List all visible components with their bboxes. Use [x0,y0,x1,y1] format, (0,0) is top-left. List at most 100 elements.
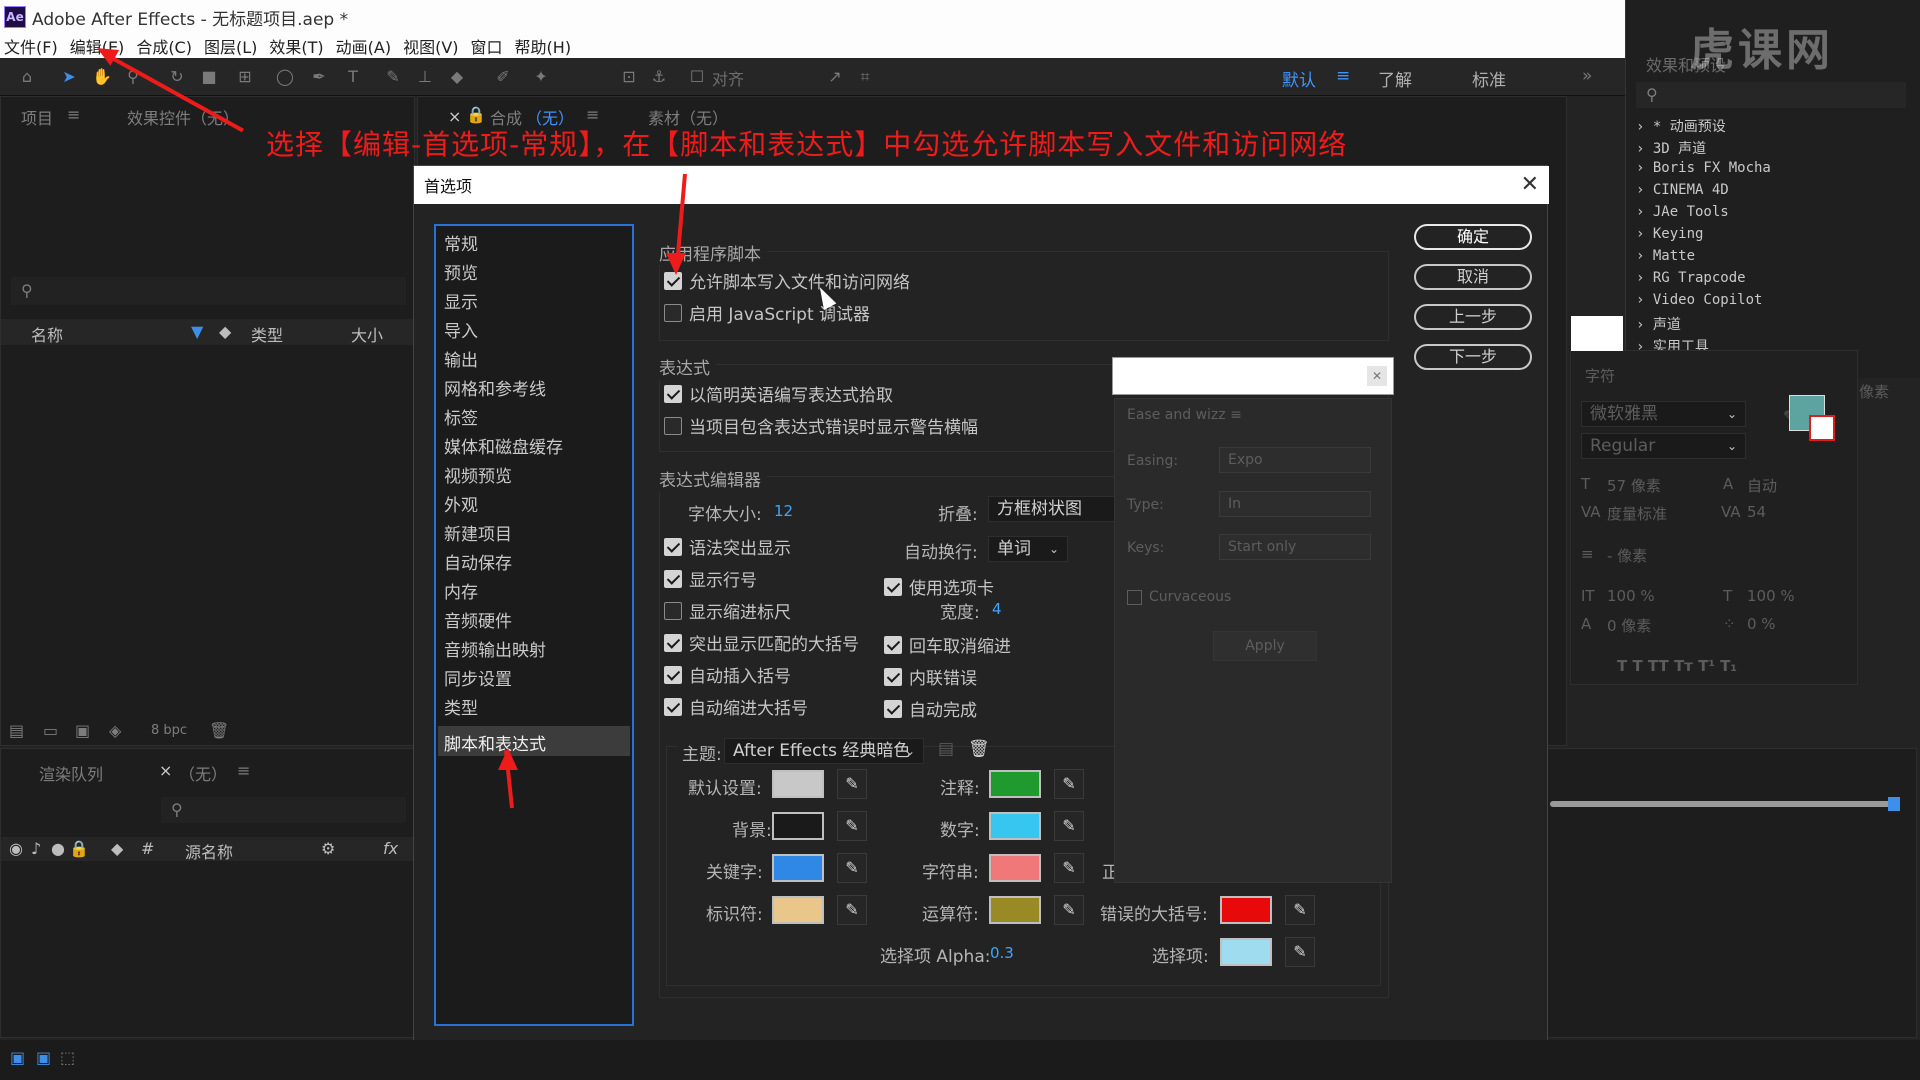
category-item-output[interactable]: 输出 [444,346,478,371]
camera-tool-icon[interactable]: ■ [200,68,218,86]
operator-color-swatch[interactable] [989,896,1041,924]
category-item-display[interactable]: 显示 [444,288,478,313]
checkbox-checked-icon[interactable] [664,697,682,716]
eyedropper-icon[interactable]: ✎ [837,811,867,841]
toggle-switches-icon[interactable]: ▣ [36,1048,51,1067]
effects-category[interactable]: › 3D 声道 [1636,138,1706,158]
switches-icon[interactable]: ⚙ [321,839,335,858]
category-item-general[interactable]: 常规 [444,230,478,255]
menu-effect[interactable]: 效果(T) [269,34,323,58]
hand-tool-icon[interactable]: ✋ [92,68,112,86]
checkbox-checked-icon[interactable] [664,665,682,684]
leading-value[interactable]: 自动 [1747,475,1777,496]
bpc-label[interactable]: 8 bpc [151,723,187,738]
allow-scripts-write-files-checkbox[interactable]: 允许脚本写入文件和访问网络 [664,268,910,293]
close-icon[interactable]: ✕ [1367,366,1387,386]
selection-color-swatch[interactable] [1220,938,1272,966]
cancel-button[interactable]: 取消 [1414,264,1532,290]
label-column-icon[interactable]: ◆ [111,839,123,858]
snap-icon[interactable]: ⊡ [620,68,638,86]
category-item-memory[interactable]: 内存 [444,578,478,603]
interpret-footage-icon[interactable]: ▤ [9,721,24,740]
checkbox-checked-icon[interactable] [664,569,682,588]
checkbox-checked-icon[interactable] [664,384,682,403]
project-search-input[interactable]: ⚲ [11,277,406,305]
apply-button[interactable]: Apply [1213,631,1317,661]
enable-js-debugger-checkbox[interactable]: 启用 JavaScript 调试器 [664,300,870,325]
checkbox-checked-icon[interactable] [884,667,902,686]
checkbox-unchecked-icon[interactable] [664,303,682,322]
solo-icon[interactable]: ● [51,839,65,858]
category-item-sync-settings[interactable]: 同步设置 [444,665,512,690]
easing-dropdown[interactable]: Expo [1219,447,1371,473]
type-dropdown[interactable]: In [1219,491,1371,517]
toggle-modes-icon[interactable]: ⬚ [60,1048,75,1067]
anchor-icon[interactable]: ⚓ [650,68,668,86]
show-expression-warning-checkbox[interactable]: 当项目包含表达式错误时显示警告横幅 [664,413,978,438]
effects-category[interactable]: › RG Trapcode [1636,270,1746,286]
time-navigator-end-handle[interactable] [1888,797,1900,811]
tab-timeline[interactable]: （无） [179,761,227,785]
effects-category[interactable]: › CINEMA 4D [1636,182,1729,198]
keyword-color-swatch[interactable] [772,854,824,882]
word-wrap-dropdown[interactable]: 单词 ⌄ [988,536,1068,562]
sort-chevron-icon[interactable]: ▼ [191,322,203,341]
pan-behind-tool-icon[interactable]: ⊞ [236,68,254,86]
clone-stamp-tool-icon[interactable]: ⊥ [416,68,434,86]
inline-errors-checkbox[interactable]: 内联错误 [884,664,977,689]
identifier-color-swatch[interactable] [772,896,824,924]
comment-color-swatch[interactable] [989,770,1041,798]
auto-close-brackets-checkbox[interactable]: 自动插入括号 [664,662,791,687]
effects-category[interactable]: › 声道 [1636,314,1681,334]
align-checkbox-icon[interactable]: ☐ [688,68,706,86]
keys-dropdown[interactable]: Start only [1219,534,1371,560]
new-composition-icon[interactable]: ▣ [75,721,90,740]
fx-switch-icon[interactable]: fx [383,839,398,858]
timeline-search-input[interactable]: ⚲ [161,797,406,823]
tab-width-value[interactable]: 4 [992,600,1002,618]
checkbox-checked-icon[interactable] [884,577,902,596]
workspace-standard[interactable]: 标准 [1472,66,1506,91]
font-size-value[interactable]: 57 像素 [1607,475,1661,496]
next-button[interactable]: 下一步 [1414,344,1532,370]
column-size[interactable]: 大小 [351,322,383,346]
puppet-tool-icon[interactable]: ✦ [532,68,550,86]
category-item-media-cache[interactable]: 媒体和磁盘缓存 [444,433,563,458]
menu-file[interactable]: 文件(F) [4,34,58,58]
new-folder-icon[interactable]: ▭ [43,721,58,740]
motion-path-icon[interactable]: ↗ [826,68,844,86]
highlight-matching-brackets-checkbox[interactable]: 突出显示匹配的大括号 [664,630,859,655]
effects-category[interactable]: › * 动画预设 [1636,116,1726,136]
menu-view[interactable]: 视图(V) [403,34,458,58]
eyedropper-icon[interactable]: ✎ [1054,853,1084,883]
ok-button[interactable]: 确定 [1414,224,1532,250]
eyedropper-icon[interactable]: ✎ [837,853,867,883]
show-indent-guides-checkbox[interactable]: 显示缩进标尺 [664,598,791,623]
category-item-grids-guides[interactable]: 网格和参考线 [444,375,546,400]
menu-layer[interactable]: 图层(L) [204,34,257,58]
checkbox-checked-icon[interactable] [884,699,902,718]
checkbox-unchecked-icon[interactable] [664,601,682,620]
kerning-value[interactable]: 度量标准 [1607,503,1667,524]
effects-category[interactable]: › JAe Tools [1636,204,1729,220]
menu-window[interactable]: 窗口 [471,34,503,58]
checkbox-checked-icon[interactable] [884,635,902,654]
eyedropper-icon[interactable]: ✎ [1285,895,1315,925]
checkbox-unchecked-icon[interactable] [1127,589,1142,605]
lock-icon[interactable]: 🔒 [466,105,486,124]
enter-unindent-checkbox[interactable]: 回车取消缩进 [884,632,1011,657]
effects-category[interactable]: › Video Copilot [1636,292,1762,308]
eraser-tool-icon[interactable]: ◆ [448,68,466,86]
use-tabs-checkbox[interactable]: 使用选项卡 [884,574,994,599]
menu-help[interactable]: 帮助(H) [515,34,572,58]
tab-project[interactable]: 项目 [21,105,53,129]
pen-tool-icon[interactable]: ✒ [310,68,328,86]
workspace-learn[interactable]: 了解 [1378,66,1412,91]
plain-english-pickwhip-checkbox[interactable]: 以简明英语编写表达式拾取 [664,381,893,406]
category-item-scripting-expressions[interactable]: 脚本和表达式 [444,730,546,755]
panel-menu-icon[interactable]: ≡ [1230,407,1242,423]
string-color-swatch[interactable] [989,854,1041,882]
font-size-value[interactable]: 12 [774,502,793,520]
category-item-appearance[interactable]: 外观 [444,491,478,516]
baseline-shift-value[interactable]: 0 像素 [1607,615,1651,636]
